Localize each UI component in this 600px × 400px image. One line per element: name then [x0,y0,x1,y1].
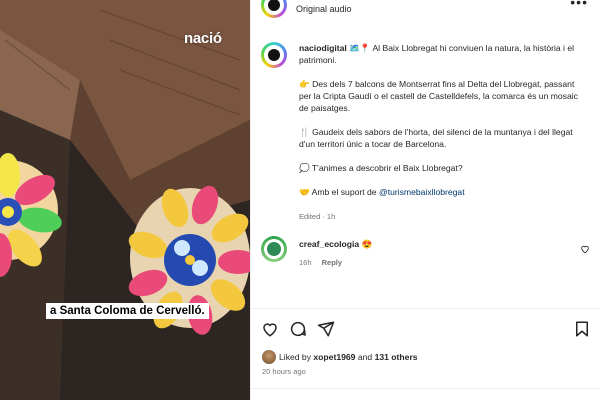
likes-count[interactable]: 131 others [375,352,418,362]
post-sidebar: Original audio ••• naciodigital 🗺️📍 Al B… [250,0,600,400]
commenter-avatar[interactable] [261,236,287,262]
comment-meta: 16h Reply [299,258,350,267]
video-caption: a Santa Coloma de Cervelló. [46,303,209,319]
edited-label: Edited · 1h [299,212,336,221]
author-avatar[interactable] [261,42,287,68]
stained-glass-scene [0,0,250,400]
media-watermark: nació [184,30,222,47]
post-timestamp[interactable]: 20 hours ago [262,367,306,376]
caption-paragraph-5: 🤝 Amb el suport de @turismebaixllobregat [299,187,465,197]
bookmark-icon[interactable] [573,320,593,340]
send-icon[interactable] [317,320,337,340]
liker-avatar[interactable] [262,350,276,364]
reply-button[interactable]: Reply [322,258,342,267]
author-username[interactable]: naciodigital [299,43,347,53]
video-player[interactable]: nació a Santa Coloma de Cervelló. [0,0,250,400]
comment-icon[interactable] [289,320,309,340]
caption-paragraph-4: 💭 T'animes a descobrir el Baix Llobregat… [299,163,463,173]
comment-age: 16h [299,258,312,267]
post-caption: naciodigital 🗺️📍 Al Baix Llobregat hi co… [299,42,589,210]
comment: creaf_ecologia 😍 [299,238,589,250]
liker-username[interactable]: xopet1969 [313,352,355,362]
caption-paragraph-2: 👉 Des dels 7 balcons de Montserrat fins … [299,79,578,113]
divider [251,308,600,309]
caption-paragraph-3: 🍴 Gaudeix dels sabors de l'horta, del si… [299,127,573,149]
heart-icon[interactable] [261,320,281,340]
likes-summary: Liked by xopet1969 and 131 others [279,352,418,362]
header-avatar[interactable] [261,0,287,18]
comment-like-heart-icon[interactable] [580,244,590,257]
original-audio-link[interactable]: Original audio [296,4,352,14]
mention-link[interactable]: @turismebaixllobregat [379,187,465,197]
divider-bottom [251,388,600,389]
comment-username[interactable]: creaf_ecologia [299,239,359,249]
comment-text: 😍 [361,239,373,249]
action-bar [261,320,591,342]
more-horizontal-icon[interactable]: ••• [570,0,588,10]
